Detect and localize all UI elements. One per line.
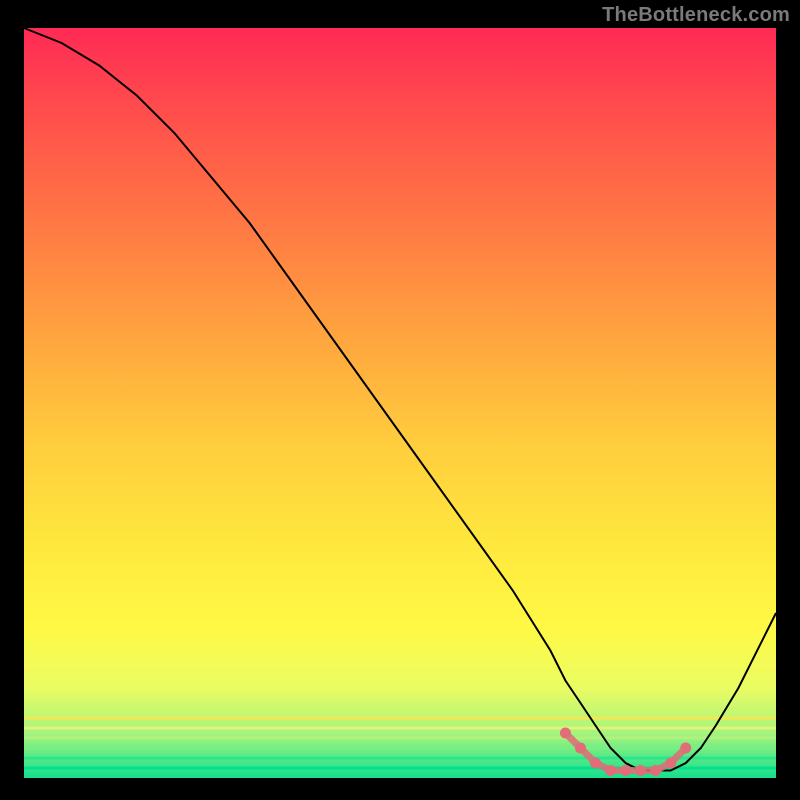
gradient-background (24, 28, 776, 778)
bottleneck-chart (0, 0, 800, 800)
watermark-text: TheBottleneck.com (602, 4, 790, 27)
chart-container: TheBottleneck.com (0, 0, 800, 800)
